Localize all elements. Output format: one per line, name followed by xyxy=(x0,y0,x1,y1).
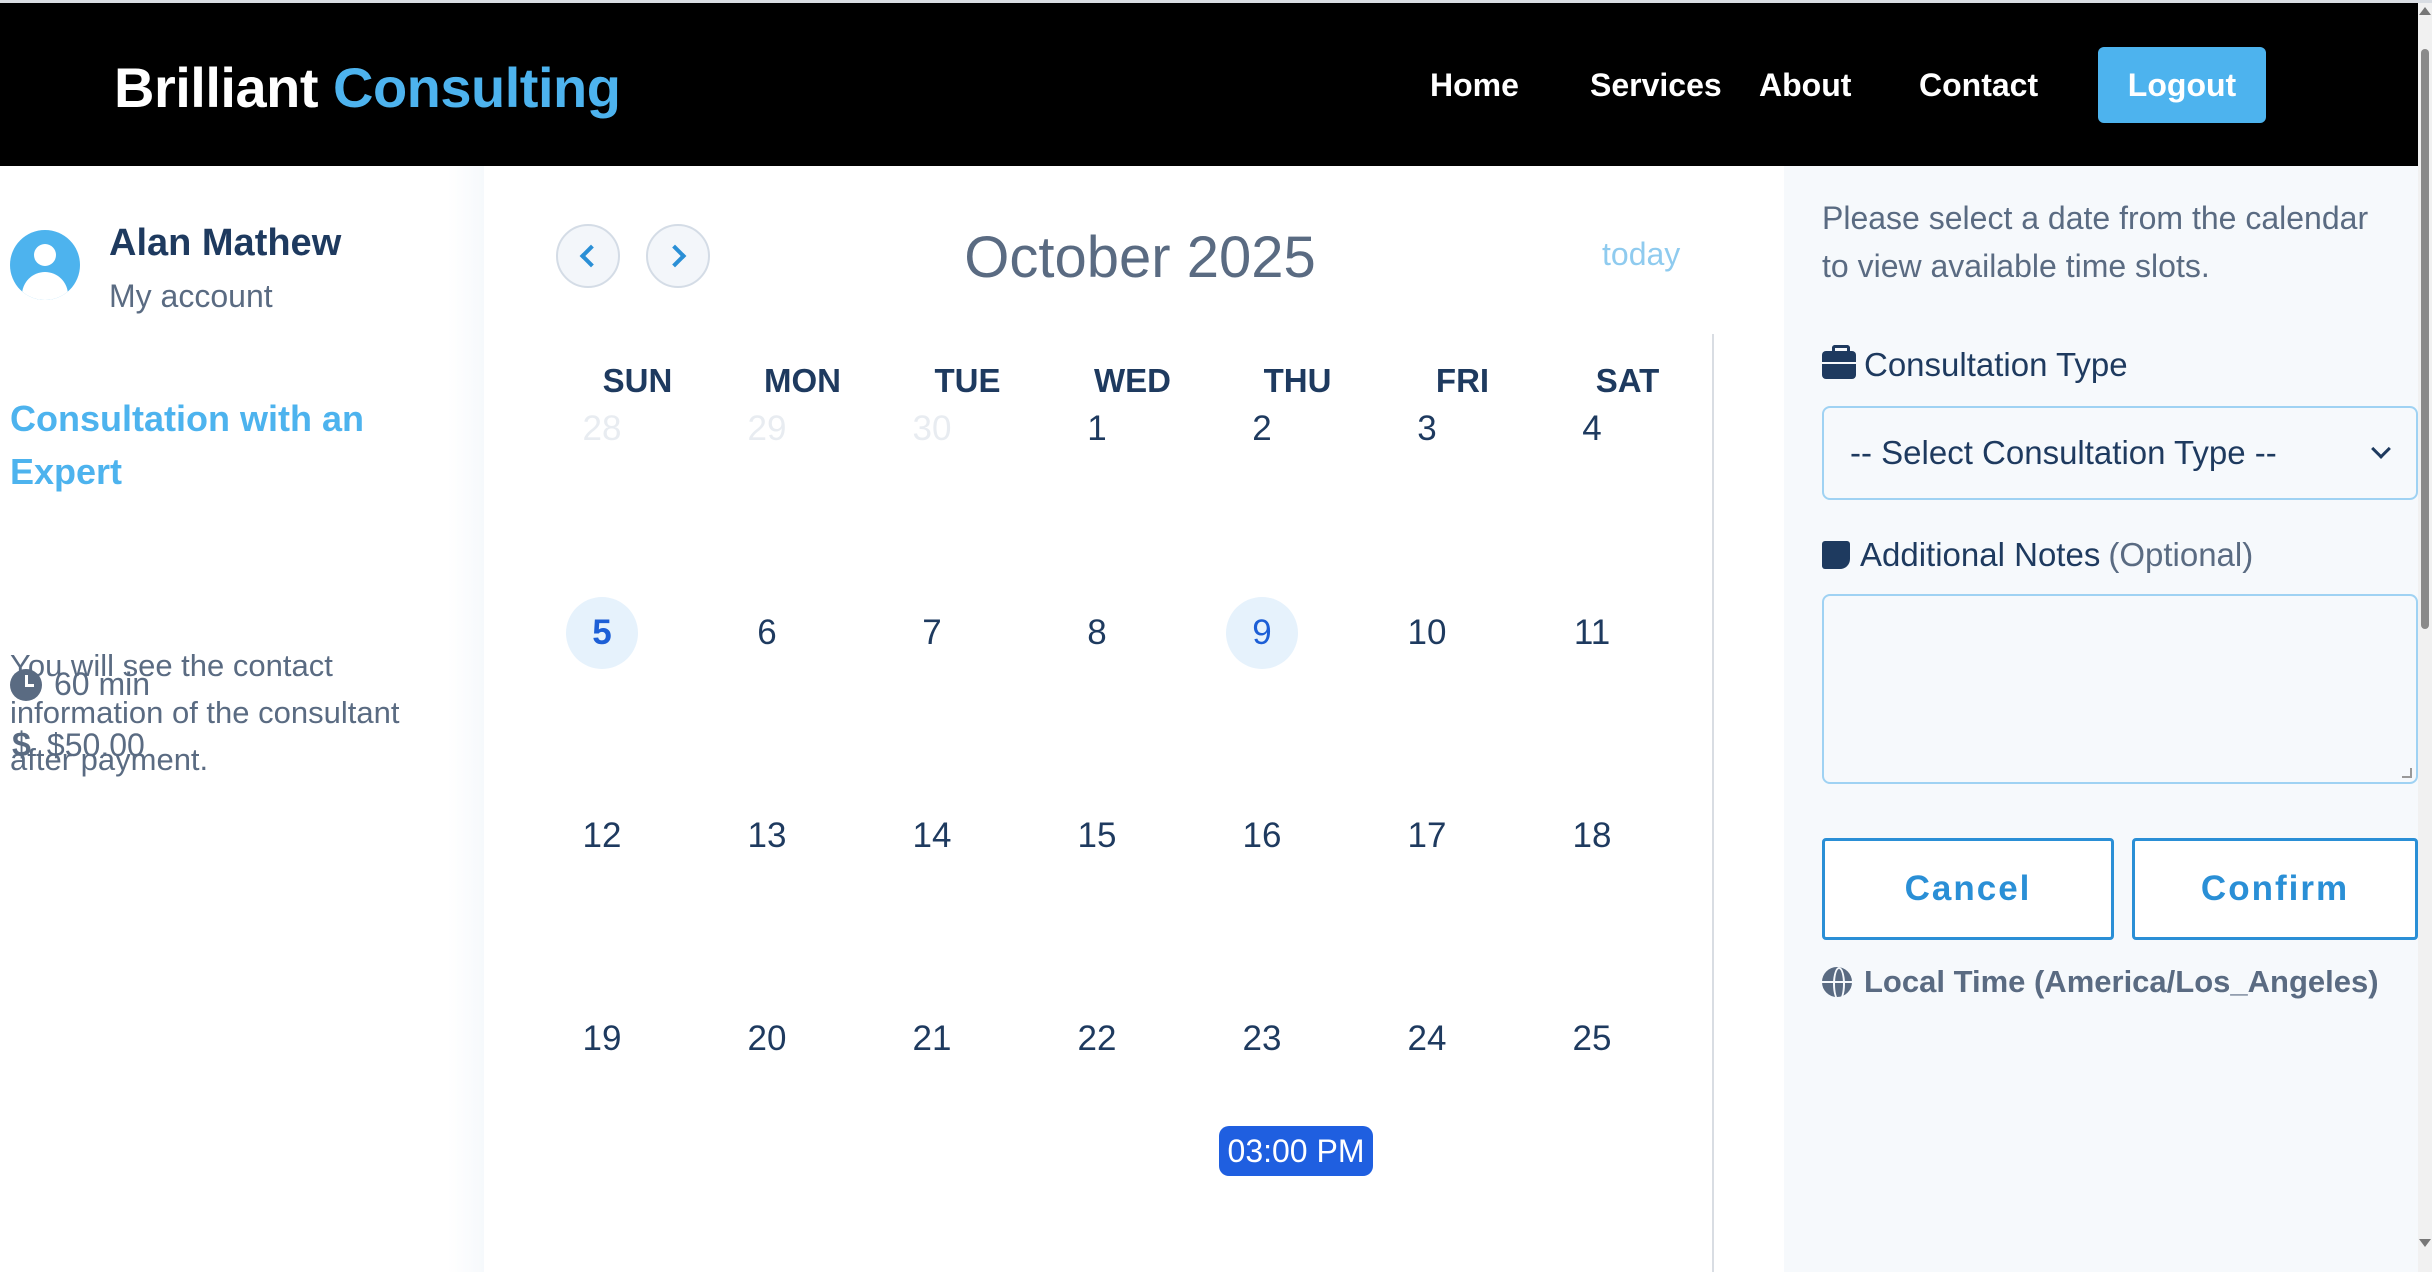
calendar-day[interactable]: 10 xyxy=(1391,597,1463,669)
calendar-day[interactable]: 19 xyxy=(566,1003,638,1075)
brand-primary: Brilliant xyxy=(114,56,318,119)
user-name: Alan Mathew xyxy=(109,222,342,264)
calendar-day[interactable]: 13 xyxy=(731,800,803,872)
user-avatar-icon[interactable] xyxy=(10,230,80,300)
calendar-day[interactable]: 15 xyxy=(1061,800,1133,872)
calendar-day[interactable]: 21 xyxy=(896,1003,968,1075)
scroll-up-arrow-icon[interactable] xyxy=(2419,7,2431,15)
calendar-panel: October 2025 today SUN MON TUE WED THU F… xyxy=(484,166,1784,1272)
scroll-down-arrow-icon[interactable] xyxy=(2419,1239,2431,1247)
resize-handle-icon[interactable] xyxy=(2402,768,2412,778)
chevron-down-icon xyxy=(2371,439,2391,459)
calendar-day[interactable]: 14 xyxy=(896,800,968,872)
timezone-row: Local Time (America/Los_Angeles) xyxy=(1822,964,2379,1001)
calendar-day[interactable]: 28 xyxy=(566,393,638,465)
brand-accent: Consulting xyxy=(333,56,621,119)
calendar-day[interactable]: 4 xyxy=(1556,393,1628,465)
cancel-button[interactable]: Cancel xyxy=(1822,838,2114,940)
notes-textarea[interactable] xyxy=(1822,594,2418,784)
calendar-day[interactable]: 29 xyxy=(731,393,803,465)
calendar-divider xyxy=(1712,334,1714,1272)
logout-button[interactable]: Logout xyxy=(2098,47,2266,123)
consultation-type-label: Consultation Type xyxy=(1822,345,2128,384)
calendar-day[interactable]: 18 xyxy=(1556,800,1628,872)
brand-logo[interactable]: Brilliant Consulting xyxy=(114,55,621,120)
globe-icon xyxy=(1822,967,1852,1001)
avatar-head xyxy=(34,244,56,266)
avatar-body xyxy=(22,272,68,300)
notes-optional-text: (Optional) xyxy=(2108,536,2254,573)
sticky-note-icon xyxy=(1822,541,1850,569)
consultation-type-value: -- Select Consultation Type -- xyxy=(1850,434,2277,471)
calendar-day[interactable]: 24 xyxy=(1391,1003,1463,1075)
service-title: Consultation with an Expert xyxy=(10,398,364,492)
confirm-button[interactable]: Confirm xyxy=(2132,838,2418,940)
today-button[interactable]: today xyxy=(1602,236,1680,273)
calendar-day[interactable]: 2 xyxy=(1226,393,1298,465)
time-slot-button[interactable]: 03:00 PM xyxy=(1219,1126,1373,1176)
calendar-day[interactable]: 22 xyxy=(1061,1003,1133,1075)
calendar-day[interactable]: 5 xyxy=(566,597,638,669)
nav-home[interactable]: Home xyxy=(1430,67,1519,104)
calendar-day[interactable]: 3 xyxy=(1391,393,1463,465)
calendar-day[interactable]: 11 xyxy=(1556,597,1628,669)
calendar-day[interactable]: 25 xyxy=(1556,1003,1628,1075)
calendar-day[interactable]: 23 xyxy=(1226,1003,1298,1075)
calendar-day[interactable]: 30 xyxy=(896,393,968,465)
calendar-month-title: October 2025 xyxy=(964,225,1316,290)
my-account-link[interactable]: My account xyxy=(109,278,273,315)
booking-panel: Please select a date from the calendar t… xyxy=(1784,166,2418,1272)
calendar-day[interactable]: 6 xyxy=(731,597,803,669)
calendar-day[interactable]: 16 xyxy=(1226,800,1298,872)
notes-label-text: Additional Notes xyxy=(1860,536,2101,573)
calendar-day[interactable]: 20 xyxy=(731,1003,803,1075)
notes-label: Additional Notes (Optional) xyxy=(1822,536,2253,574)
calendar-day[interactable]: 12 xyxy=(566,800,638,872)
nav-about[interactable]: About xyxy=(1759,67,1851,104)
nav-services[interactable]: Services xyxy=(1590,67,1722,104)
nav-contact[interactable]: Contact xyxy=(1919,67,2038,104)
page-scrollbar[interactable] xyxy=(2418,3,2432,1272)
booking-hint: Please select a date from the calendar t… xyxy=(1822,200,2369,284)
calendar-day[interactable]: 7 xyxy=(896,597,968,669)
calendar-day[interactable]: 17 xyxy=(1391,800,1463,872)
consultation-type-label-text: Consultation Type xyxy=(1864,346,2128,383)
top-navbar: Brilliant Consulting Home Services About… xyxy=(0,3,2418,166)
briefcase-icon xyxy=(1822,345,1856,379)
scroll-thumb[interactable] xyxy=(2421,49,2429,629)
calendar-day[interactable]: 1 xyxy=(1061,393,1133,465)
service-sidebar: Alan Mathew My account Consultation with… xyxy=(0,166,460,1272)
calendar-day[interactable]: 8 xyxy=(1061,597,1133,669)
consultation-type-select[interactable]: -- Select Consultation Type -- xyxy=(1822,406,2418,500)
service-description: You will see the contact information of … xyxy=(10,648,400,777)
timezone-text: Local Time (America/Los_Angeles) xyxy=(1864,964,2379,999)
calendar-day[interactable]: 9 xyxy=(1226,597,1298,669)
sidebar-divider xyxy=(448,166,484,1272)
